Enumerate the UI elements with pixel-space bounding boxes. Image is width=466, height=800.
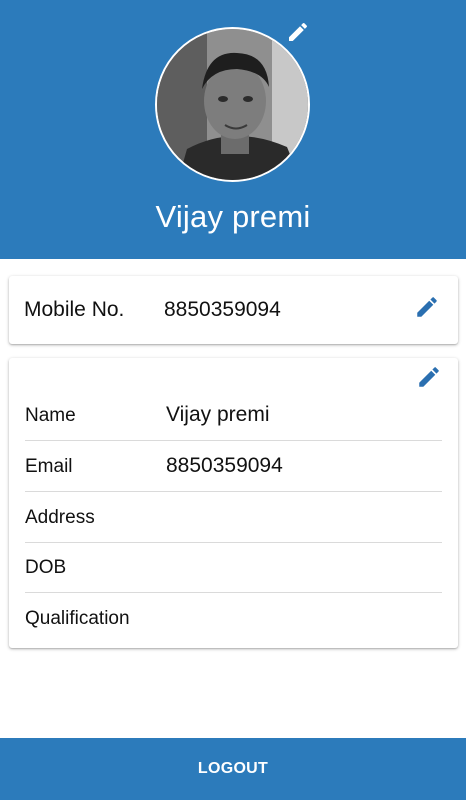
- mobile-value: 8850359094: [164, 298, 281, 321]
- pencil-icon: [289, 22, 308, 41]
- mobile-card: Mobile No. 8850359094: [9, 276, 458, 344]
- detail-label: Qualification: [25, 608, 130, 629]
- profile-avatar[interactable]: [155, 27, 310, 182]
- logout-button[interactable]: LOGOUT: [0, 738, 466, 800]
- edit-details-button[interactable]: [416, 364, 442, 390]
- pencil-icon: [419, 367, 439, 387]
- detail-value: 8850359094: [166, 454, 283, 477]
- detail-label: Name: [25, 405, 76, 426]
- detail-row-name: Name Vijay premi: [25, 390, 442, 441]
- avatar-photo: [157, 29, 308, 180]
- detail-label: DOB: [25, 557, 67, 578]
- edit-mobile-button[interactable]: [414, 294, 440, 320]
- details-card: Name Vijay premi Email 8850359094 Addres…: [9, 358, 458, 648]
- profile-name: Vijay premi: [155, 199, 311, 234]
- detail-label: Email: [25, 456, 73, 477]
- detail-row-dob: DOB: [25, 542, 442, 593]
- mobile-label: Mobile No.: [24, 298, 125, 321]
- detail-value: Vijay premi: [166, 403, 270, 426]
- detail-label: Address: [25, 507, 95, 528]
- detail-row-email: Email 8850359094: [25, 441, 442, 492]
- profile-header: Vijay premi: [0, 0, 466, 259]
- pencil-icon: [417, 297, 437, 317]
- edit-photo-button[interactable]: [286, 20, 310, 44]
- detail-row-qualification: Qualification: [25, 593, 442, 643]
- detail-row-address: Address: [25, 492, 442, 543]
